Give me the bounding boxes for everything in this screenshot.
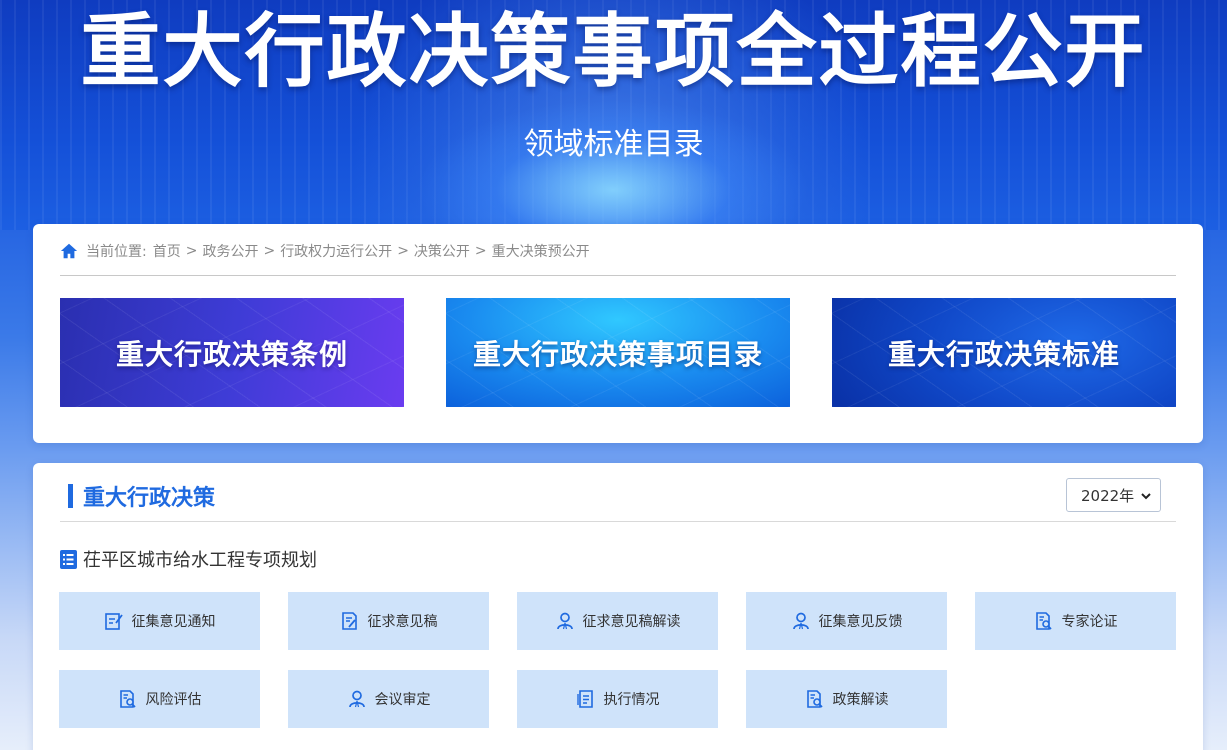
breadcrumb-prefix: 当前位置: bbox=[86, 244, 147, 260]
breadcrumb-separator: > bbox=[185, 243, 198, 259]
breadcrumb-separator: > bbox=[474, 243, 487, 259]
section-title: 重大行政决策 bbox=[83, 486, 216, 511]
navigation-card: 当前位置: 首页 > 政务公开 > 行政权力运行公开 > 决策公开 > 重大决策… bbox=[33, 224, 1203, 443]
tile-regulations[interactable]: 重大行政决策条例 bbox=[60, 298, 404, 407]
breadcrumb-separator: > bbox=[397, 243, 409, 259]
button-label: 征求意见稿 bbox=[367, 614, 438, 630]
button-meeting[interactable]: 会议审定 bbox=[288, 670, 489, 728]
button-expert[interactable]: 专家论证 bbox=[975, 592, 1176, 650]
year-select-value: 2022年 bbox=[1081, 486, 1135, 505]
edit-doc-icon bbox=[104, 613, 123, 630]
list-icon bbox=[60, 549, 77, 569]
button-notice[interactable]: 征集意见通知 bbox=[59, 592, 260, 650]
breadcrumb-item-current[interactable]: 重大决策预公开 bbox=[492, 241, 590, 261]
tile-label: 重大行政决策条例 bbox=[115, 337, 348, 371]
user-icon bbox=[792, 612, 809, 630]
button-draft-interpretation[interactable]: 征求意见稿解读 bbox=[517, 592, 718, 650]
breadcrumb-item-decision[interactable]: 决策公开 bbox=[414, 241, 470, 261]
tile-label: 重大行政决策事项目录 bbox=[472, 337, 763, 371]
doc-search-icon bbox=[119, 690, 136, 708]
tile-label: 重大行政决策标准 bbox=[887, 337, 1120, 371]
home-icon bbox=[60, 243, 78, 259]
tile-standards[interactable]: 重大行政决策标准 bbox=[832, 298, 1176, 407]
chevron-down-icon bbox=[1141, 493, 1151, 500]
banner-title: 重大行政决策事项全过程公开 bbox=[80, 5, 1147, 98]
banner: 重大行政决策事项全过程公开 领域标准目录 bbox=[0, 0, 1227, 230]
doc-pen-icon bbox=[341, 612, 357, 630]
breadcrumb-item-home[interactable]: 首页 bbox=[153, 241, 181, 261]
button-policy-interpretation[interactable]: 政策解读 bbox=[746, 670, 947, 728]
section-accent-bar bbox=[68, 484, 73, 508]
button-feedback[interactable]: 征集意见反馈 bbox=[746, 592, 947, 650]
decision-section-card: 重大行政决策 2022年 茌平区城市给水工程专项规划 征集意见通知 征求意见稿 … bbox=[33, 463, 1203, 750]
section-header: 重大行政决策 bbox=[68, 483, 216, 511]
doc-list-icon bbox=[576, 690, 593, 708]
button-label: 会议审定 bbox=[374, 692, 431, 708]
button-label: 征集意见反馈 bbox=[818, 614, 903, 630]
button-label: 征集意见通知 bbox=[131, 614, 216, 630]
button-risk[interactable]: 风险评估 bbox=[59, 670, 260, 728]
button-draft[interactable]: 征求意见稿 bbox=[288, 592, 489, 650]
user-icon bbox=[556, 612, 573, 630]
button-label: 征求意见稿解读 bbox=[582, 614, 681, 630]
button-label: 政策解读 bbox=[832, 692, 889, 708]
button-label: 风险评估 bbox=[145, 692, 202, 708]
breadcrumb: 当前位置: 首页 > 政务公开 > 行政权力运行公开 > 决策公开 > 重大决策… bbox=[60, 240, 590, 262]
section-divider bbox=[60, 521, 1176, 522]
doc-search-icon bbox=[806, 690, 823, 708]
item-title: 茌平区城市给水工程专项规划 bbox=[60, 547, 317, 571]
item-title-text: 茌平区城市给水工程专项规划 bbox=[83, 550, 317, 571]
year-select[interactable]: 2022年 bbox=[1066, 478, 1161, 512]
breadcrumb-separator: > bbox=[263, 243, 276, 259]
tile-catalog[interactable]: 重大行政决策事项目录 bbox=[446, 298, 790, 407]
button-label: 执行情况 bbox=[603, 692, 660, 708]
breadcrumb-divider bbox=[60, 275, 1176, 276]
user-icon bbox=[348, 690, 365, 708]
button-execution[interactable]: 执行情况 bbox=[517, 670, 718, 728]
breadcrumb-item-power[interactable]: 行政权力运行公开 bbox=[280, 241, 392, 261]
breadcrumb-item-affairs[interactable]: 政务公开 bbox=[202, 241, 258, 261]
button-label: 专家论证 bbox=[1061, 614, 1118, 630]
doc-search-icon bbox=[1035, 612, 1052, 630]
banner-subtitle: 领域标准目录 bbox=[523, 127, 704, 162]
